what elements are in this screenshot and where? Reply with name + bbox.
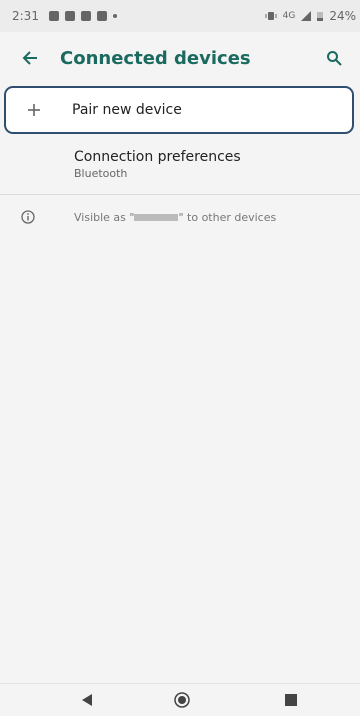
visibility-suffix: " to other devices [178, 210, 277, 224]
more-notifications-dot [112, 14, 117, 18]
connection-preferences-title: Connection preferences [74, 148, 241, 165]
square-recents-icon [285, 694, 297, 706]
connection-preferences-subtitle: Bluetooth [74, 166, 128, 180]
status-bar: 2:31 4G 24% [0, 0, 360, 32]
network-type: 4G [282, 11, 296, 21]
connection-preferences-row[interactable]: Connection preferences Bluetooth [0, 134, 360, 194]
toolbar: Connected devices [0, 32, 360, 84]
pair-new-device-row[interactable]: Pair new device [4, 86, 354, 134]
vibrate-icon [265, 12, 277, 20]
settings-list: Pair new device Connection preferences B… [0, 84, 360, 239]
notification-icon [48, 11, 59, 21]
info-icon [0, 210, 56, 224]
nav-home-button[interactable] [174, 692, 190, 712]
notification-icon [64, 11, 75, 21]
navigation-bar [0, 683, 360, 716]
notification-icons [48, 11, 117, 21]
visibility-info-row: Visible as " " to other devices [0, 195, 360, 239]
signal-icon [301, 11, 312, 21]
search-button[interactable] [314, 38, 354, 78]
battery-percent: 24% [329, 9, 356, 23]
battery-icon [317, 12, 324, 21]
plus-icon [6, 103, 62, 117]
notification-icon [80, 11, 91, 21]
nav-back-button[interactable] [80, 692, 94, 712]
arrow-left-icon [22, 51, 37, 65]
search-icon [327, 51, 342, 66]
nav-recents-button[interactable] [284, 692, 298, 711]
back-button[interactable] [10, 38, 50, 78]
triangle-back-icon [82, 694, 92, 706]
visibility-prefix: Visible as " [74, 210, 135, 224]
notification-icon [96, 11, 107, 21]
status-time: 2:31 [12, 9, 39, 23]
circle-home-icon [174, 692, 190, 708]
pair-new-device-label: Pair new device [72, 102, 182, 118]
redacted-device-name [134, 214, 179, 221]
system-status-icons: 4G 24% [265, 0, 356, 32]
page-title: Connected devices [60, 47, 251, 69]
visibility-text: Visible as " " to other devices [74, 211, 276, 224]
